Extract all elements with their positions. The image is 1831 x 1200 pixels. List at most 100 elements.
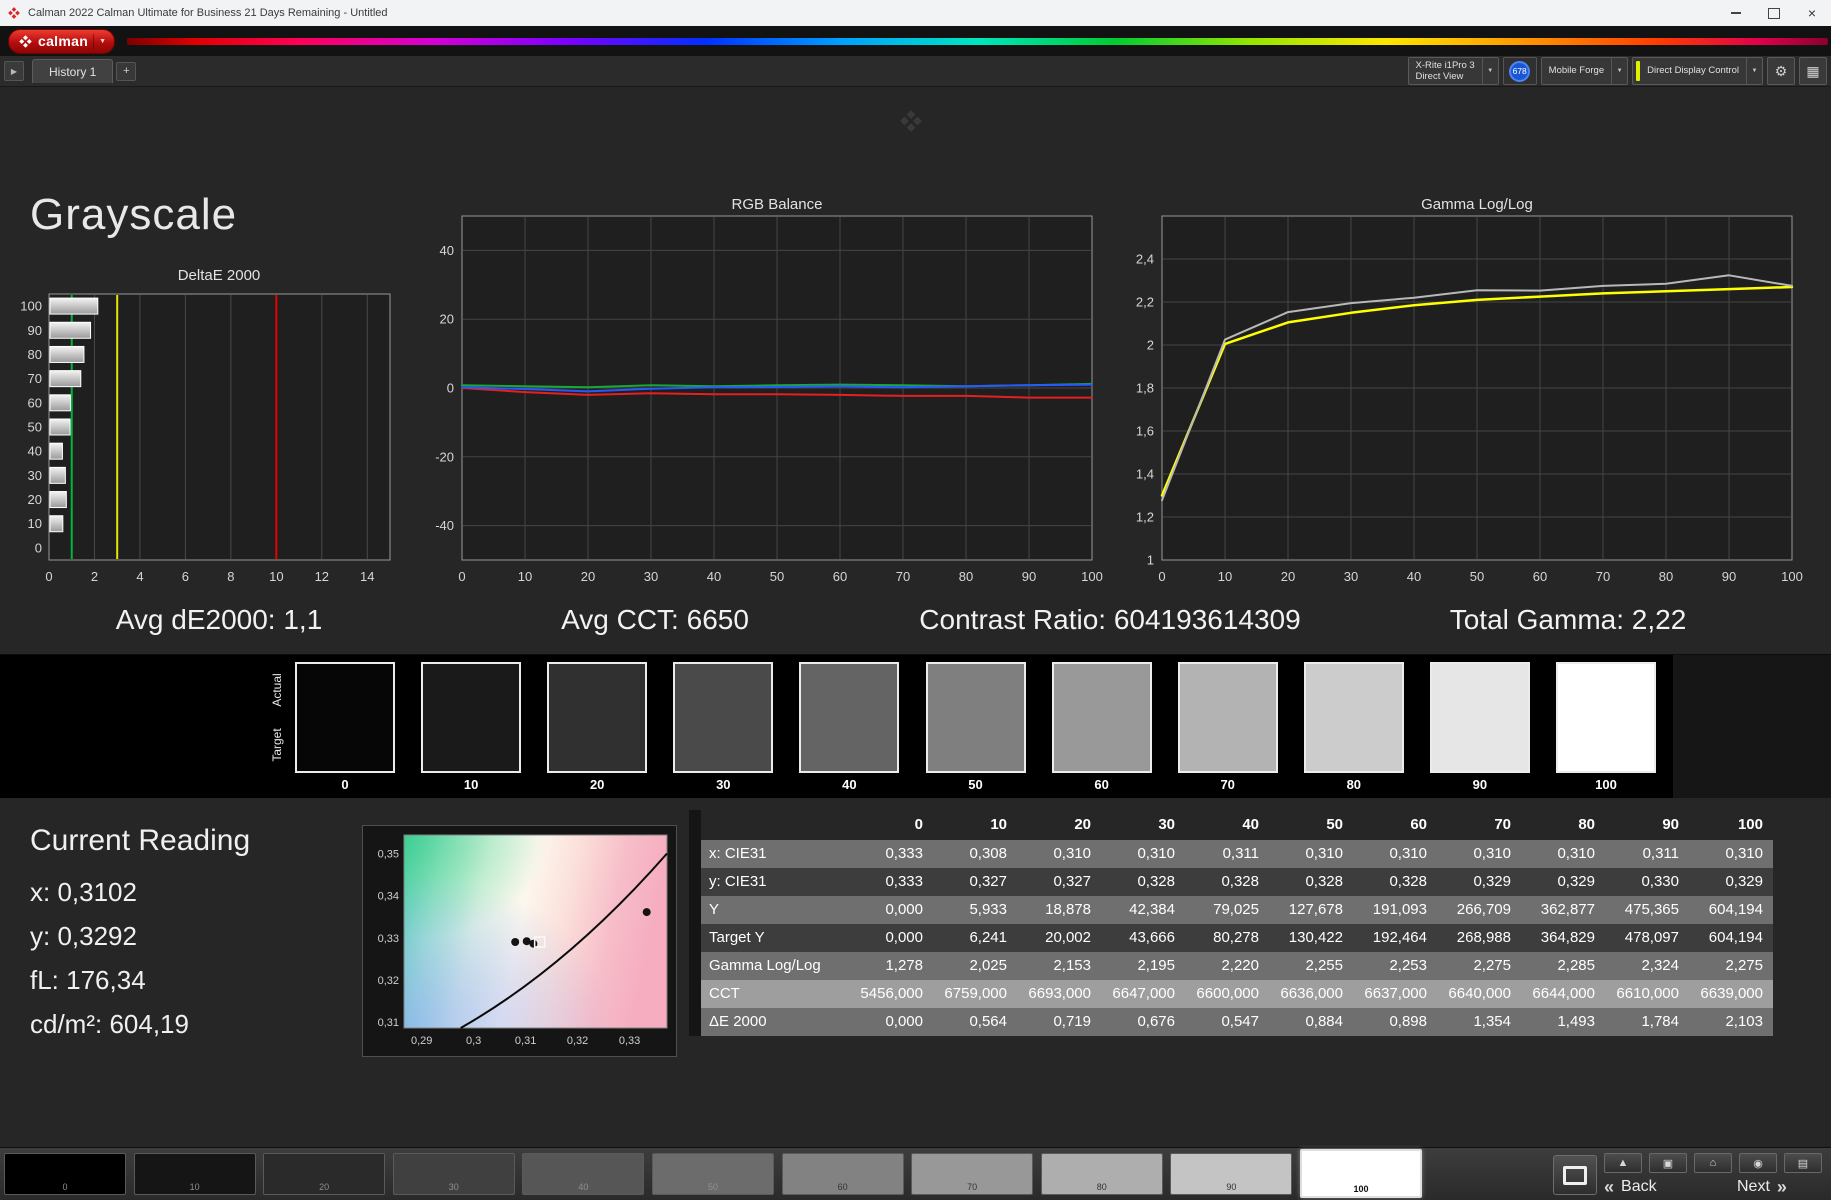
- svg-text:10: 10: [28, 516, 42, 531]
- table-value: 0,000: [849, 896, 933, 924]
- table-value: 6693,000: [1017, 980, 1101, 1008]
- column-header: 60: [1410, 816, 1427, 833]
- source-select-text: Mobile Forge: [1548, 65, 1605, 77]
- svg-text:70: 70: [896, 569, 910, 584]
- svg-text:0: 0: [45, 569, 52, 584]
- display-control-dropdown[interactable]: Direct Display Control ▼: [1632, 57, 1763, 85]
- pattern-level-label: 0: [62, 1182, 68, 1192]
- pattern-level-0[interactable]: 0: [4, 1153, 126, 1195]
- page-title: Grayscale: [30, 190, 238, 239]
- tab-history-1[interactable]: History 1: [32, 59, 114, 83]
- table-value: 0,547: [1185, 1008, 1269, 1036]
- stat-avg-de2000: Avg dE2000: 1,1: [115, 604, 323, 635]
- home-icon: ⌂: [1709, 1157, 1717, 1169]
- svg-text:2,2: 2,2: [1136, 295, 1154, 310]
- minimize-button[interactable]: [1717, 0, 1755, 26]
- calman-menu-button[interactable]: calman ▼: [8, 28, 115, 54]
- table-value: 42,384: [1101, 896, 1185, 924]
- table-value: 2,285: [1521, 952, 1605, 980]
- layout-icon: ▦: [1806, 62, 1820, 79]
- table-value: 6639,000: [1689, 980, 1773, 1008]
- table-value: 2,195: [1101, 952, 1185, 980]
- layout-button[interactable]: ▦: [1799, 57, 1827, 85]
- pattern-level-70[interactable]: 70: [911, 1153, 1034, 1195]
- reading-y: y: 0,3292: [30, 921, 137, 951]
- svg-text:0,32: 0,32: [378, 975, 399, 987]
- collapse-button[interactable]: ▲: [1604, 1153, 1642, 1173]
- grayscale-swatch-40: [799, 662, 900, 773]
- row-label: Target Y: [701, 924, 849, 952]
- table-value: 475,365: [1605, 896, 1689, 924]
- source-select-dropdown[interactable]: Mobile Forge ▼: [1540, 57, 1629, 85]
- table-value: 2,275: [1437, 952, 1521, 980]
- swatch-level-label: 50: [968, 777, 983, 792]
- pattern-level-40[interactable]: 40: [522, 1153, 645, 1195]
- home-button[interactable]: ⌂: [1694, 1153, 1732, 1173]
- table-value: 6637,000: [1353, 980, 1437, 1008]
- pattern-level-label: 90: [1226, 1182, 1237, 1192]
- table-value: 266,709: [1437, 896, 1521, 924]
- back-button[interactable]: « Back: [1604, 1175, 1657, 1199]
- table-value: 80,278: [1185, 924, 1269, 952]
- pattern-level-90[interactable]: 90: [1170, 1153, 1293, 1195]
- column-header: 0: [914, 816, 923, 833]
- meter-select-dropdown[interactable]: X-Rite i1Pro 3 Direct View ▼: [1407, 57, 1499, 85]
- notes-icon: ▤: [1797, 1157, 1809, 1170]
- table-value: 268,988: [1437, 924, 1521, 952]
- table-value: 0,328: [1269, 868, 1353, 896]
- add-tab-button[interactable]: +: [116, 61, 137, 81]
- pattern-level-30[interactable]: 30: [392, 1153, 515, 1195]
- row-lead: [689, 980, 701, 1008]
- display-button[interactable]: ▣: [1649, 1153, 1687, 1173]
- column-header: 70: [1494, 816, 1511, 833]
- workspace-flyout-button[interactable]: ▶: [4, 61, 24, 81]
- pattern-level-60[interactable]: 60: [781, 1153, 904, 1195]
- close-button[interactable]: ×: [1793, 0, 1831, 26]
- swatch-level-label: 0: [341, 777, 349, 792]
- row-lead: [689, 924, 701, 952]
- row-label: CCT: [701, 980, 849, 1008]
- pattern-level-100[interactable]: 100: [1300, 1149, 1422, 1198]
- next-button[interactable]: Next »: [1737, 1175, 1787, 1199]
- measurement-table: 0 10 20 30 40 50 60 70 80 90 100 x: CIE31 0,333 0,308…: [689, 810, 1773, 1036]
- table-value: 0,000: [849, 924, 933, 952]
- table-value: 0,327: [933, 868, 1017, 896]
- table-value: 6759,000: [933, 980, 1017, 1008]
- chevron-down-icon: ▼: [1481, 58, 1498, 84]
- gear-icon: ⚙: [1774, 62, 1788, 79]
- pattern-window-button[interactable]: [1553, 1155, 1597, 1195]
- svg-text:100: 100: [20, 299, 42, 314]
- grayscale-swatch-80: [1303, 662, 1404, 773]
- swatch-level-label: 30: [716, 777, 731, 792]
- pattern-level-80[interactable]: 80: [1040, 1153, 1163, 1195]
- display-control-text: Direct Display Control: [1647, 65, 1739, 77]
- table-value: 6640,000: [1437, 980, 1521, 1008]
- table-value: 0,329: [1437, 868, 1521, 896]
- pattern-level-label: 50: [707, 1182, 718, 1192]
- row-lead: [689, 952, 701, 980]
- table-value: 0,328: [1185, 868, 1269, 896]
- table-value: 2,255: [1269, 952, 1353, 980]
- table-lead: [689, 810, 701, 840]
- svg-text:100: 100: [1781, 569, 1803, 584]
- probe-button[interactable]: ◉: [1739, 1153, 1777, 1173]
- row-lead: [689, 840, 701, 868]
- stat-avg-cct: Avg CCT: 6650: [561, 604, 749, 635]
- chevron-down-icon: ▼: [1611, 58, 1627, 84]
- svg-text:0,34: 0,34: [378, 891, 399, 903]
- reading-x: x: 0,3102: [30, 877, 137, 907]
- actual-row-label: Actual: [270, 673, 284, 707]
- column-header: 20: [1074, 816, 1091, 833]
- table-value: 0,310: [1269, 840, 1353, 868]
- deltae-chart: 10090807060504030201000 2 4 6 8 10 12 14: [20, 293, 391, 584]
- pattern-level-50[interactable]: 50: [652, 1153, 774, 1195]
- pattern-level-20[interactable]: 20: [263, 1153, 386, 1195]
- notes-button[interactable]: ▤: [1784, 1153, 1822, 1173]
- maximize-button[interactable]: [1755, 0, 1793, 26]
- pattern-level-10[interactable]: 10: [133, 1153, 256, 1195]
- add-tab-label: +: [123, 65, 130, 77]
- column-header: 50: [1326, 816, 1343, 833]
- svg-text:90: 90: [1022, 569, 1036, 584]
- table-value: 604,194: [1689, 924, 1773, 952]
- settings-button[interactable]: ⚙: [1767, 57, 1795, 85]
